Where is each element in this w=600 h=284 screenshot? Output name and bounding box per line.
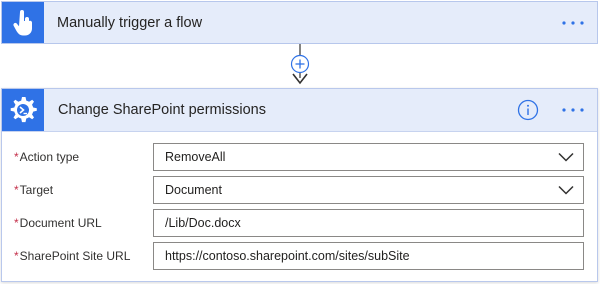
touch-hand-icon [13, 9, 32, 35]
site-url-value: https://contoso.sharepoint.com/sites/sub… [165, 248, 410, 263]
document-url-input[interactable]: /Lib/Doc.docx [153, 208, 584, 237]
ellipsis-icon [562, 20, 584, 25]
form-row-target: *Target Document [2, 173, 597, 206]
action-header[interactable]: Change SharePoint permissions [2, 89, 597, 132]
action-icon-box [2, 89, 44, 131]
action-type-label: *Action type [14, 149, 80, 164]
action-type-dropdown[interactable]: RemoveAll [153, 142, 584, 171]
site-url-label: *SharePoint Site URL [14, 248, 131, 263]
target-value: Document [165, 182, 222, 197]
required-mark: * [14, 182, 19, 197]
info-icon [517, 99, 539, 121]
required-mark: * [14, 149, 19, 164]
flow-connector [290, 44, 310, 86]
action-type-value: RemoveAll [165, 149, 226, 164]
document-url-label: *Document URL [14, 215, 102, 230]
form-row-action-type: *Action type RemoveAll [2, 140, 597, 173]
action-card: Change SharePoint permissions *Action ty… [1, 88, 598, 282]
document-url-value: /Lib/Doc.docx [165, 215, 241, 230]
trigger-icon-box [2, 2, 44, 43]
trigger-more-button[interactable] [553, 8, 593, 38]
ellipsis-icon [562, 108, 584, 112]
action-form: *Action type RemoveAll *Target Document … [2, 132, 597, 272]
chevron-down-icon [549, 177, 583, 203]
action-title: Change SharePoint permissions [58, 102, 266, 118]
required-mark: * [14, 215, 19, 230]
required-mark: * [14, 248, 19, 263]
trigger-title: Manually trigger a flow [57, 14, 203, 31]
form-row-site-url: *SharePoint Site URL https://contoso.sha… [2, 239, 597, 272]
target-label: *Target [14, 182, 54, 197]
target-dropdown[interactable]: Document [153, 175, 584, 204]
gear-powershell-icon [10, 97, 37, 123]
form-row-document-url: *Document URL /Lib/Doc.docx [2, 206, 597, 239]
action-more-button[interactable] [553, 95, 593, 125]
trigger-card[interactable]: Manually trigger a flow [1, 1, 598, 44]
site-url-input[interactable]: https://contoso.sharepoint.com/sites/sub… [153, 241, 584, 270]
info-button[interactable] [513, 95, 543, 125]
plus-circle-icon[interactable] [290, 54, 310, 74]
chevron-down-icon [549, 144, 583, 170]
